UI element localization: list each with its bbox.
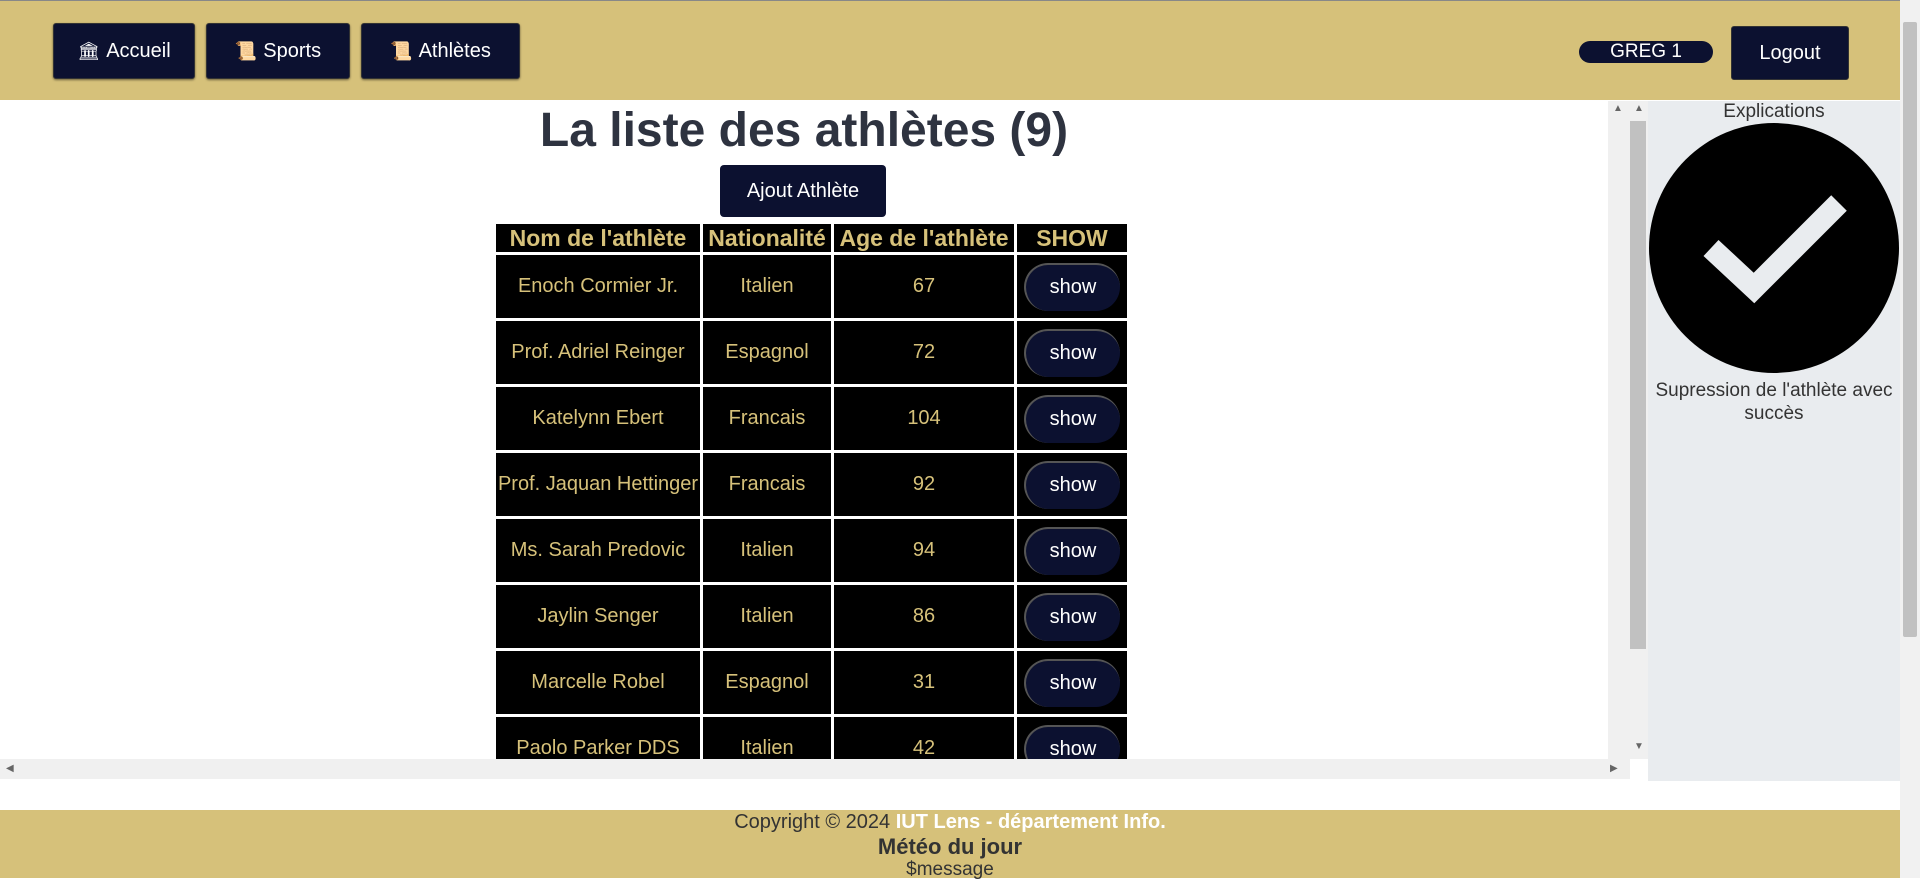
athlete-name: Jaylin Senger <box>496 585 700 648</box>
scroll-right-arrow-icon[interactable]: ▶ <box>1610 763 1618 774</box>
explanations-message: Supression de l'athlète avec succès <box>1655 380 1893 424</box>
scroll-up-arrow-icon[interactable]: ▲ <box>1634 103 1644 114</box>
top-navbar: 🏛 Accueil 📜 Sports 📜 Athlètes GREG 1 Log… <box>0 0 1900 100</box>
show-button[interactable]: show <box>1024 592 1120 641</box>
meteo-title: Météo du jour <box>877 834 1023 859</box>
athlete-age: 31 <box>834 651 1014 714</box>
explanations-panel: Explications Supression de l'athlète ave… <box>1648 101 1900 781</box>
explanations-title: Explications <box>1723 101 1825 122</box>
show-button[interactable]: show <box>1024 460 1120 509</box>
nav-athletes-button[interactable]: 📜 Athlètes <box>361 23 520 79</box>
athlete-age: 72 <box>834 321 1014 384</box>
copyright-org: IUT Lens - département Info. <box>895 811 1166 833</box>
header-age: Age de l'athlète <box>834 224 1014 252</box>
scroll-icon: 📜 <box>234 40 258 61</box>
nav-sports-button[interactable]: 📜 Sports <box>206 23 350 79</box>
header-name: Nom de l'athlète <box>496 224 700 252</box>
show-button[interactable]: show <box>1024 724 1120 759</box>
main-horizontal-scrollbar[interactable]: ◀ ▶ <box>0 759 1630 779</box>
page-title: La liste des athlètes (9) <box>539 104 1069 157</box>
athlete-nationality: Espagnol <box>703 651 831 714</box>
nav-sports-label: Sports <box>263 39 322 62</box>
show-button[interactable]: show <box>1024 394 1120 443</box>
athlete-age: 67 <box>834 255 1014 318</box>
show-button[interactable]: show <box>1024 262 1120 311</box>
athlete-nationality: Italien <box>703 255 831 318</box>
add-athlete-button[interactable]: Ajout Athlète <box>720 165 886 217</box>
athlete-name: Katelynn Ebert <box>496 387 700 450</box>
athlete-name: Ms. Sarah Predovic <box>496 519 700 582</box>
athlete-nationality: Italien <box>703 585 831 648</box>
table-header-row: Nom de l'athlète Nationalité Age de l'at… <box>496 224 1127 252</box>
athlete-age: 92 <box>834 453 1014 516</box>
page-scrollbar-thumb[interactable] <box>1903 22 1917 637</box>
copyright-prefix: Copyright © 2024 <box>734 811 891 833</box>
main-vertical-scrollbar[interactable]: ▲ ▲ ▼ <box>1608 101 1648 759</box>
athlete-age: 94 <box>834 519 1014 582</box>
athlete-name: Prof. Jaquan Hettinger <box>496 453 700 516</box>
header-show: SHOW <box>1017 224 1127 252</box>
building-icon: 🏛 <box>77 40 101 61</box>
athlete-age: 104 <box>834 387 1014 450</box>
athlete-nationality: Francais <box>703 387 831 450</box>
footer: Copyright © 2024 IUT Lens - département … <box>0 810 1900 880</box>
show-button[interactable]: show <box>1024 658 1120 707</box>
table-row: Enoch Cormier Jr. Italien 67 show <box>496 255 1127 318</box>
user-badge: GREG 1 <box>1579 41 1713 63</box>
show-button[interactable]: show <box>1024 526 1120 575</box>
nav-home-button[interactable]: 🏛 Accueil <box>53 23 195 79</box>
table-row: Katelynn Ebert Francais 104 show <box>496 387 1127 450</box>
athlete-age: 86 <box>834 585 1014 648</box>
table-row: Prof. Jaquan Hettinger Francais 92 show <box>496 453 1127 516</box>
table-row: Jaylin Senger Italien 86 show <box>496 585 1127 648</box>
copyright: Copyright © 2024 IUT Lens - département … <box>0 810 1900 834</box>
nav-athletes-label: Athlètes <box>418 39 491 62</box>
scrollbar-thumb[interactable] <box>1630 121 1646 649</box>
header-nationality: Nationalité <box>703 224 831 252</box>
athlete-age: 42 <box>834 717 1014 759</box>
athlete-nationality: Francais <box>703 453 831 516</box>
check-circle-icon <box>1649 123 1899 373</box>
athlete-nationality: Italien <box>703 519 831 582</box>
table-row: Ms. Sarah Predovic Italien 94 show <box>496 519 1127 582</box>
main-content: La liste des athlètes (9) Ajout Athlète … <box>0 101 1608 759</box>
table-row: Paolo Parker DDS Italien 42 show <box>496 717 1127 759</box>
scroll-icon: 📜 <box>390 40 413 61</box>
athlete-name: Enoch Cormier Jr. <box>496 255 700 318</box>
table-row: Marcelle Robel Espagnol 31 show <box>496 651 1127 714</box>
athlete-nationality: Espagnol <box>703 321 831 384</box>
scroll-down-arrow-icon[interactable]: ▼ <box>1634 741 1644 752</box>
athlete-name: Paolo Parker DDS <box>496 717 700 759</box>
athlete-nationality: Italien <box>703 717 831 759</box>
scroll-up-arrow-icon[interactable]: ▲ <box>1613 103 1623 114</box>
athletes-table: Nom de l'athlète Nationalité Age de l'at… <box>493 221 1130 759</box>
athlete-name: Marcelle Robel <box>496 651 700 714</box>
scroll-left-arrow-icon[interactable]: ◀ <box>6 763 14 774</box>
athlete-name: Prof. Adriel Reinger <box>496 321 700 384</box>
table-row: Prof. Adriel Reinger Espagnol 72 show <box>496 321 1127 384</box>
logout-button[interactable]: Logout <box>1731 26 1849 80</box>
page-vertical-scrollbar[interactable] <box>1900 0 1920 878</box>
show-button[interactable]: show <box>1024 328 1120 377</box>
nav-home-label: Accueil <box>106 39 171 62</box>
